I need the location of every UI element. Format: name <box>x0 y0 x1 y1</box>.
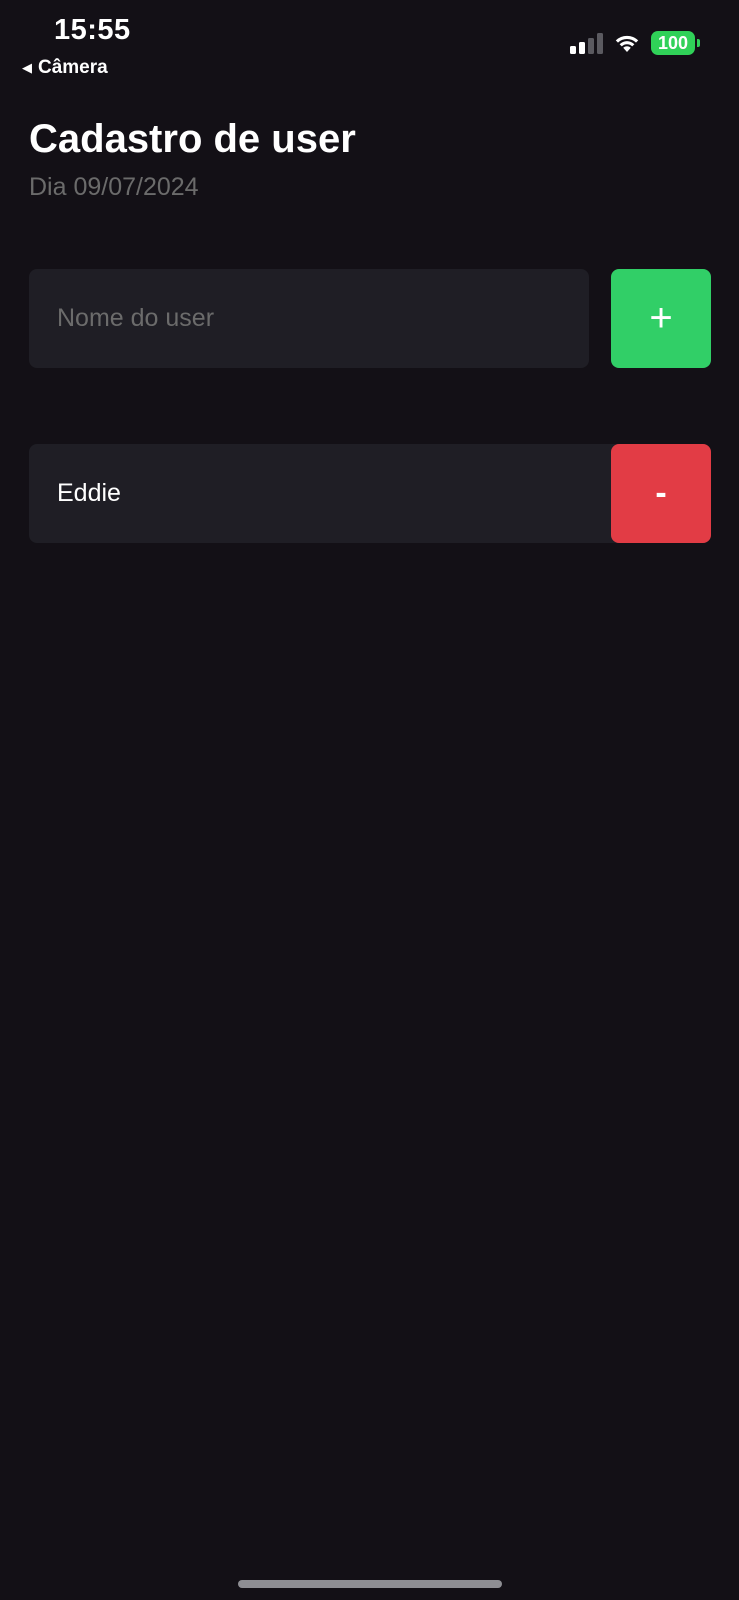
battery-level: 100 <box>657 32 689 53</box>
page-title: Cadastro de user <box>29 117 356 161</box>
battery-icon: 100 <box>651 31 700 55</box>
remove-user-button[interactable]: - <box>611 444 711 543</box>
cellular-signal-icon <box>570 32 603 54</box>
back-arrow-icon: ◀ <box>22 60 32 75</box>
user-name-input[interactable] <box>29 269 589 368</box>
user-name-label: Eddie <box>57 479 121 507</box>
status-indicators: 100 <box>570 31 700 55</box>
status-time: 15:55 <box>54 14 131 46</box>
page-date-subtitle: Dia 09/07/2024 <box>29 173 199 201</box>
app-screen: 15:55 ◀ Câmera 100 Cadastro de user Dia … <box>0 0 739 1600</box>
plus-icon: + <box>649 296 673 340</box>
add-user-button[interactable]: + <box>611 269 711 368</box>
back-to-camera-link[interactable]: ◀ Câmera <box>22 57 108 79</box>
home-indicator[interactable] <box>238 1580 502 1588</box>
minus-icon: - <box>655 474 667 512</box>
wifi-icon <box>615 35 639 52</box>
back-link-label: Câmera <box>38 57 108 78</box>
user-list-item: Eddie - <box>29 444 711 543</box>
